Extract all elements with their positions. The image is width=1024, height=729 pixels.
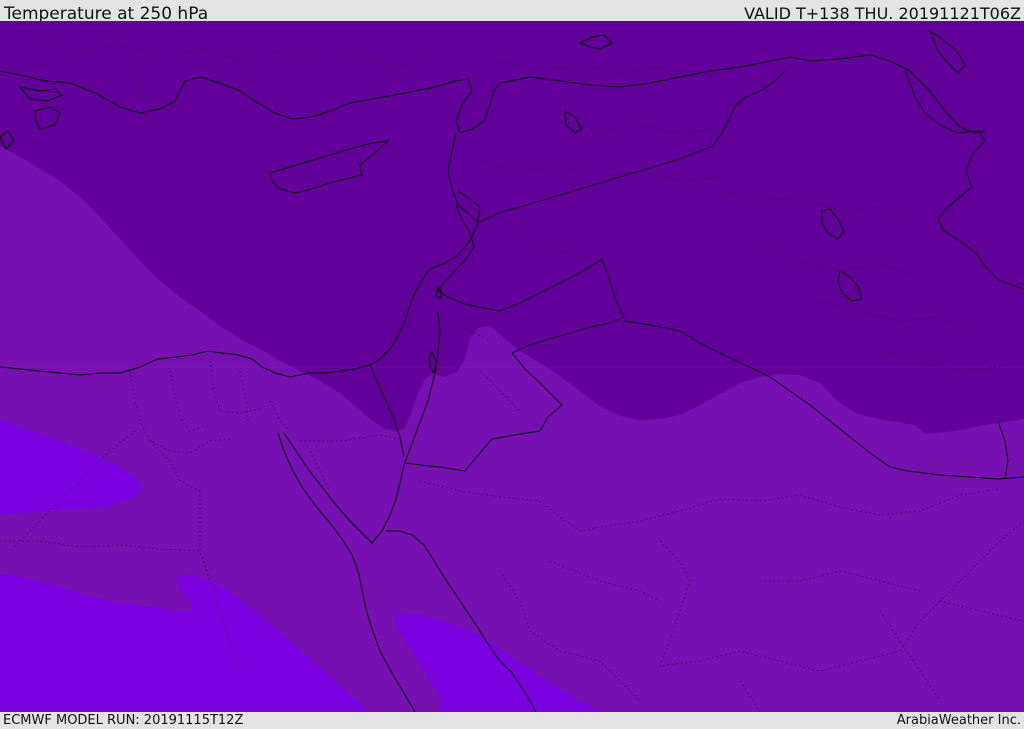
forecast-map-frame: Temperature at 250 hPa VALID T+138 THU. … <box>0 0 1024 729</box>
footer-bar: ECMWF MODEL RUN: 20191115T12Z ArabiaWeat… <box>0 712 1024 729</box>
map-canvas[interactable] <box>0 21 1024 712</box>
temperature-map[interactable] <box>0 21 1024 712</box>
credit-label: ArabiaWeather Inc. <box>896 713 1021 728</box>
header-bar: Temperature at 250 hPa VALID T+138 THU. … <box>0 0 1024 24</box>
model-run-label: ECMWF MODEL RUN: 20191115T12Z <box>3 713 244 728</box>
